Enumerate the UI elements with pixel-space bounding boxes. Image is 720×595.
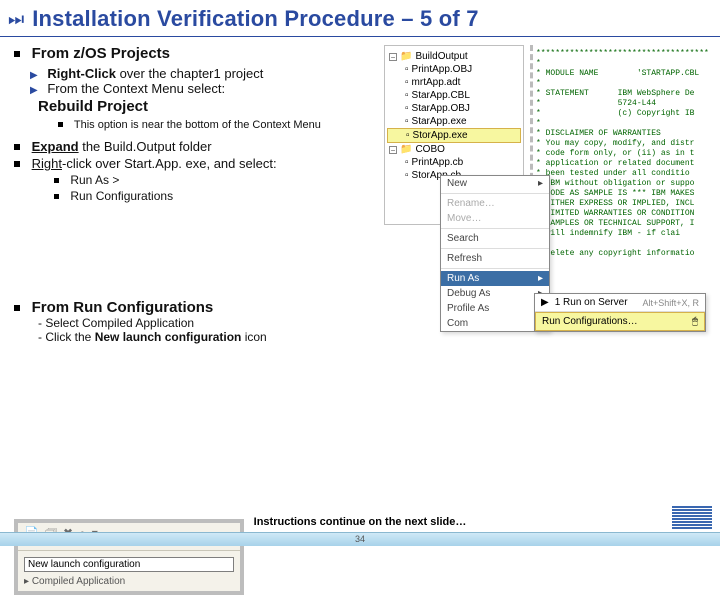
ctx-refresh[interactable]: Refresh xyxy=(441,251,549,266)
title-rule xyxy=(0,36,720,37)
tree-item[interactable]: BuildOutput xyxy=(415,51,467,62)
runas-sub: Run As > xyxy=(70,173,119,187)
ctx-rename[interactable]: Rename… xyxy=(441,196,549,211)
dash2a: - Click the xyxy=(38,330,95,344)
runcfg-sub: Run Configurations xyxy=(70,189,173,203)
rightclick-rest: over the chapter1 project xyxy=(116,66,263,81)
ctx-runas[interactable]: Run As▸ xyxy=(441,271,549,286)
file-icon: ▫ xyxy=(405,116,409,127)
folder-icon: 📁 xyxy=(400,144,412,155)
cursor-icon: 🖱 xyxy=(692,316,698,327)
ctx-debugas[interactable]: Debug As▸ xyxy=(441,286,549,301)
bullet-icon xyxy=(14,305,20,311)
rebuild-project: Rebuild Project xyxy=(38,98,380,115)
bullet-icon xyxy=(54,178,59,183)
tree-collapse-icon[interactable]: − xyxy=(389,53,397,61)
ctx-move[interactable]: Move… xyxy=(441,211,549,226)
page-title: Installation Verification Procedure – 5 … xyxy=(32,6,478,32)
next-slide-instruction: Instructions continue on the next slide… xyxy=(0,516,720,528)
chevron-right-icon: ▸ xyxy=(538,273,543,284)
chevron-right-icon: ▸ xyxy=(538,178,543,189)
ibm-logo xyxy=(672,505,712,530)
right-rest: -click over Start.App. exe, and select: xyxy=(62,156,277,171)
file-icon: ▫ xyxy=(405,103,409,114)
expand-rest: the Build.Output folder xyxy=(79,139,212,154)
shortcut-text: Alt+Shift+X, R xyxy=(642,298,699,308)
tree-collapse-icon[interactable]: − xyxy=(389,146,397,154)
arrow-icon: ▶ xyxy=(30,70,38,81)
bullet-icon xyxy=(14,144,20,150)
tree-item[interactable]: COBO xyxy=(415,144,444,155)
tree-item[interactable]: StarApp.CBL xyxy=(412,90,470,101)
tree-item-selected[interactable]: StorApp.exe xyxy=(413,130,468,141)
tree-item[interactable]: StarApp.exe xyxy=(412,116,467,127)
tree-item[interactable]: PrintApp.cb xyxy=(412,157,464,168)
arrow-icon: ▶ xyxy=(30,85,38,96)
fly-run-configurations[interactable]: Run Configurations… 🖱 xyxy=(535,312,705,331)
bullet-icon xyxy=(54,194,59,199)
folder-icon: 📁 xyxy=(400,51,412,62)
section1-heading: From z/OS Projects xyxy=(32,45,170,62)
dash1: - Select Compiled Application xyxy=(38,316,380,330)
ctx-new[interactable]: New▸ xyxy=(441,176,549,191)
tree-item[interactable]: StarApp.OBJ xyxy=(412,103,470,114)
tree-item[interactable]: mrtApp.adt xyxy=(412,77,461,88)
bullet-icon xyxy=(58,122,63,127)
file-icon: ▫ xyxy=(405,157,409,168)
forward-icon: ⏭ xyxy=(8,9,24,30)
filter-input[interactable] xyxy=(24,557,234,572)
fly-run-on-server[interactable]: ▶ 1 Run on Server Alt+Shift+X, R xyxy=(535,294,705,311)
file-icon: ▫ xyxy=(405,170,409,181)
compiled-app-label: Compiled Application xyxy=(32,576,125,587)
tree-item[interactable]: PrintApp.OBJ xyxy=(412,64,473,75)
note-text: This option is near the bottom of the Co… xyxy=(74,119,321,131)
dash2c: icon xyxy=(241,330,266,344)
file-icon: ▫ xyxy=(405,90,409,101)
expand-label: Expand xyxy=(32,139,79,154)
ctx-profileas[interactable]: Profile As▸ xyxy=(441,301,549,316)
file-icon: ▫ xyxy=(405,77,409,88)
bullet-icon xyxy=(14,161,20,167)
dash2b: New launch configuration xyxy=(95,330,242,344)
file-icon: ▫ xyxy=(405,64,409,75)
section3-heading: From Run Configurations xyxy=(32,299,214,316)
runas-flyout: ▶ 1 Run on Server Alt+Shift+X, R Run Con… xyxy=(534,293,706,332)
right-label: Right xyxy=(32,156,62,171)
context-menu-select: From the Context Menu select: xyxy=(47,81,225,96)
code-panel: ************************************ * *… xyxy=(530,45,720,325)
page-number: 34 xyxy=(0,533,720,544)
ctx-com[interactable]: Com xyxy=(441,316,549,331)
ctx-search[interactable]: Search xyxy=(441,231,549,246)
file-icon: ▫ xyxy=(406,130,410,141)
bullet-icon xyxy=(14,51,20,57)
rightclick-label: Right-Click xyxy=(47,66,116,81)
run-icon: ▶ xyxy=(541,297,549,308)
